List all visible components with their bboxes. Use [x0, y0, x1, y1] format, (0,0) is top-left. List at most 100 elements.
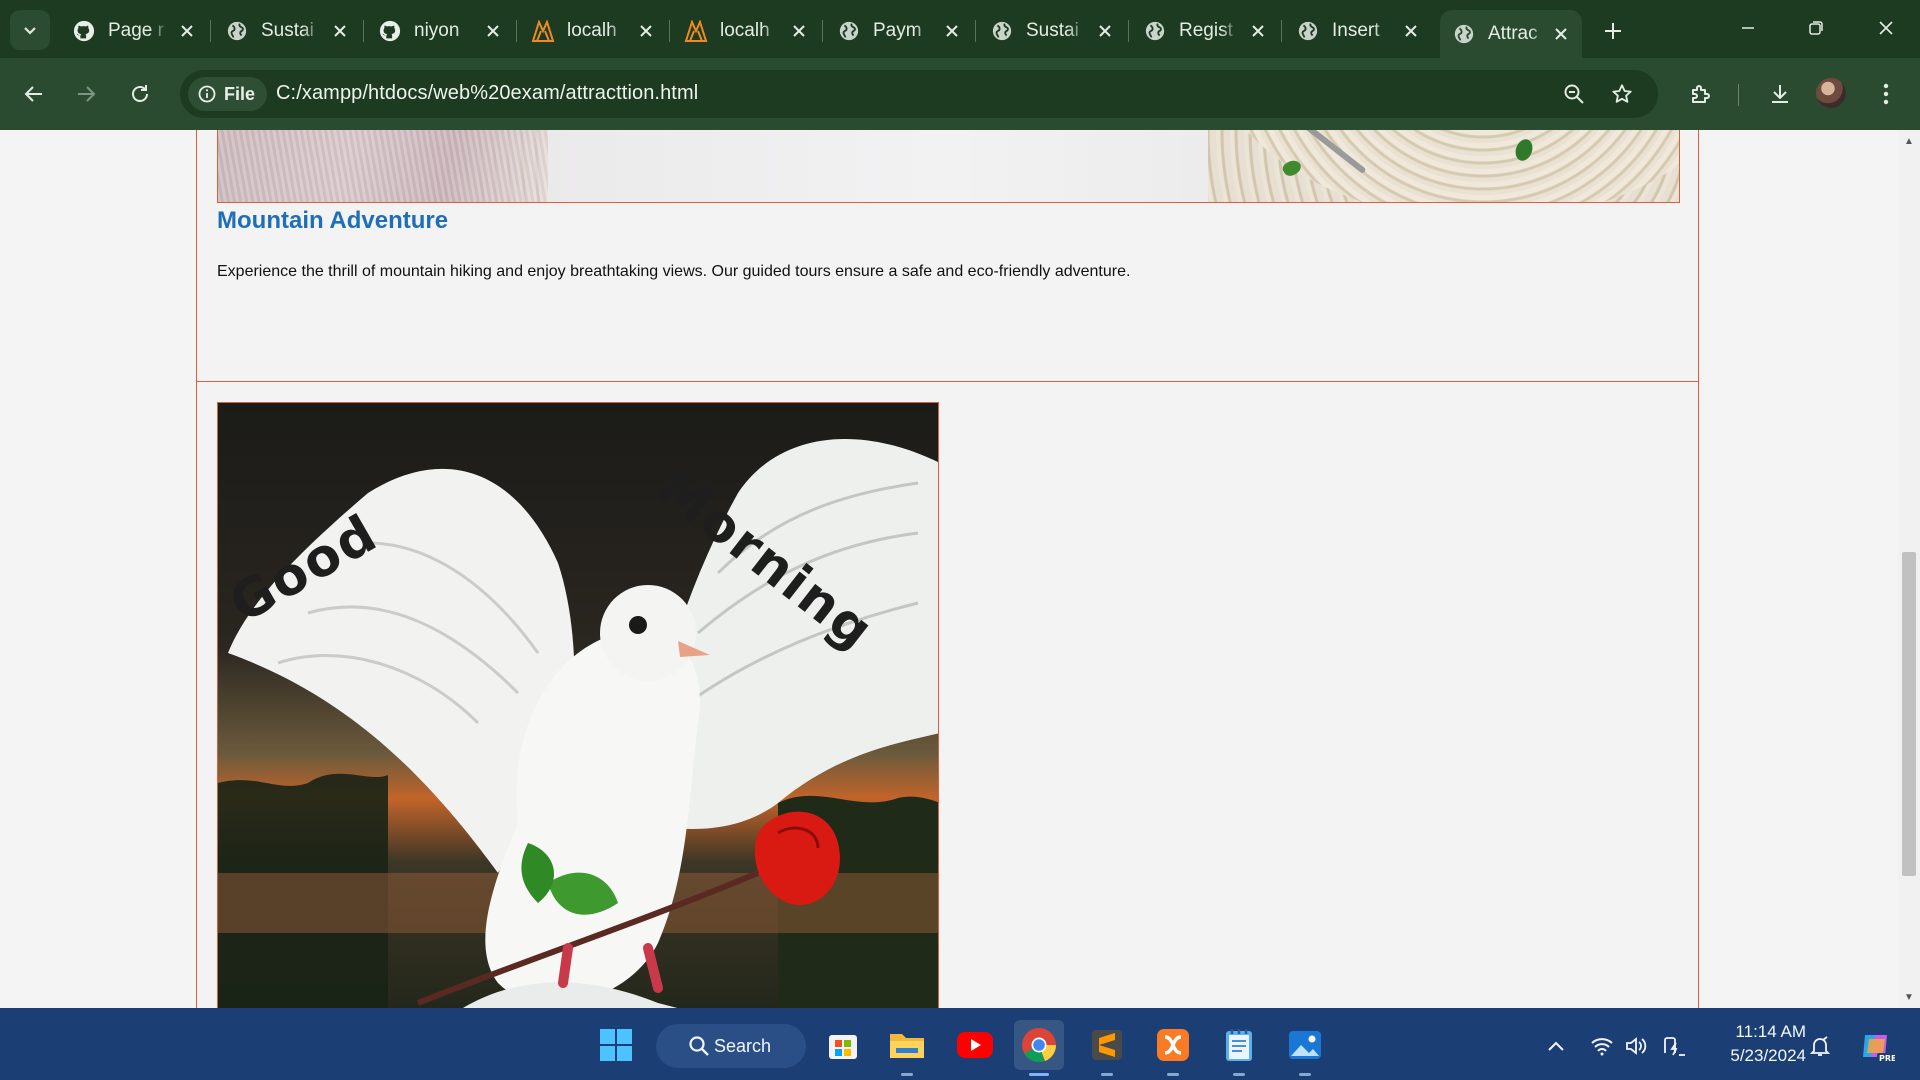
tray-overflow-button[interactable]: [1542, 1032, 1570, 1060]
taskbar-app-store[interactable]: [818, 1020, 868, 1070]
tab-label: localh: [720, 20, 770, 41]
toolbar-divider: [1738, 84, 1739, 106]
tab-attraction-active[interactable]: Attrac: [1440, 10, 1582, 58]
tab-label: Attrac: [1488, 23, 1538, 44]
reload-icon: [132, 85, 148, 102]
tab-sustai-1[interactable]: Sustai: [213, 10, 361, 52]
chevron-down-icon: [24, 27, 36, 35]
tab-label: Insert: [1332, 20, 1380, 41]
scroll-up-arrow-icon[interactable]: ▲: [1898, 132, 1920, 150]
copilot-icon: PRE: [1863, 1035, 1895, 1063]
globe-icon: [1296, 19, 1320, 43]
page-viewport: Mountain Adventure Experience the thrill…: [0, 130, 1898, 1008]
site-info-chip[interactable]: File: [188, 77, 268, 111]
close-icon[interactable]: [1247, 20, 1269, 42]
zoom-icon: [1564, 84, 1584, 104]
close-icon[interactable]: [176, 20, 198, 42]
page-scrollbar[interactable]: ▲ ▼: [1898, 130, 1920, 1008]
close-icon[interactable]: [788, 20, 810, 42]
downloads-button[interactable]: [1760, 74, 1800, 114]
close-icon[interactable]: [329, 20, 351, 42]
close-icon[interactable]: [1400, 20, 1422, 42]
sublime-text-icon: [1092, 1030, 1122, 1060]
menu-button[interactable]: [1866, 74, 1906, 114]
tab-payment[interactable]: Paym: [825, 10, 973, 52]
close-window-button[interactable]: [1856, 8, 1916, 48]
taskbar-search[interactable]: Search: [656, 1024, 806, 1068]
tab-insert[interactable]: Insert: [1284, 10, 1432, 52]
forward-button[interactable]: [66, 74, 106, 114]
running-indicator: [1299, 1073, 1311, 1076]
attraction-image: [217, 130, 1680, 203]
taskbar-sublime[interactable]: [1082, 1020, 1132, 1076]
tab-register[interactable]: Regist: [1131, 10, 1279, 52]
star-icon: [1612, 84, 1632, 103]
restore-icon: [1809, 21, 1823, 35]
battery-status[interactable]: [1660, 1032, 1688, 1060]
taskbar-xampp[interactable]: [1148, 1020, 1198, 1076]
bookmark-button[interactable]: [1606, 78, 1638, 110]
windows-taskbar: Search 11:14 AM 5/23/2024 PRE: [0, 1008, 1920, 1080]
globe-icon: [837, 19, 861, 43]
search-icon: [689, 1036, 709, 1056]
search-label: Search: [714, 1035, 772, 1056]
tab-search-button[interactable]: [10, 10, 50, 50]
xampp-icon: [684, 19, 708, 43]
youtube-icon: [957, 1032, 993, 1058]
extensions-button[interactable]: [1680, 74, 1720, 114]
taskbar-chrome[interactable]: [1014, 1020, 1064, 1076]
tab-niyon[interactable]: niyon: [366, 10, 514, 52]
taskbar-notepad[interactable]: [1214, 1020, 1264, 1076]
tab-separator: [975, 20, 976, 42]
profile-avatar[interactable]: [1816, 78, 1846, 108]
copilot-button[interactable]: PRE: [1856, 1026, 1896, 1066]
restore-button[interactable]: [1786, 8, 1846, 48]
attraction-card: Good Morning: [196, 381, 1699, 1008]
tab-label: niyon: [414, 20, 460, 41]
puzzle-icon: [1692, 85, 1710, 103]
tab-sustai-2[interactable]: Sustai: [978, 10, 1126, 52]
attraction-image: Good Morning: [217, 402, 939, 1008]
close-icon[interactable]: [1094, 20, 1116, 42]
tab-label: Sustai: [261, 20, 314, 41]
taskbar-photos[interactable]: [1280, 1020, 1330, 1076]
close-icon[interactable]: [635, 20, 657, 42]
zoom-button[interactable]: [1558, 78, 1590, 110]
back-button[interactable]: [14, 74, 54, 114]
wifi-status[interactable]: [1588, 1032, 1616, 1060]
scrollbar-thumb[interactable]: [1902, 552, 1916, 876]
xampp-icon: [531, 19, 555, 43]
start-button[interactable]: [591, 1020, 641, 1070]
address-bar[interactable]: File C:/xampp/htdocs/web%20exam/attractt…: [180, 70, 1658, 118]
site-info-label: File: [224, 83, 256, 104]
volume-icon: [1626, 1037, 1647, 1055]
notepad-icon: [1226, 1029, 1252, 1061]
scroll-down-arrow-icon[interactable]: ▼: [1898, 988, 1920, 1006]
github-icon: [72, 19, 96, 43]
new-tab-button[interactable]: [1596, 14, 1630, 48]
microsoft-store-icon: [829, 1035, 857, 1059]
volume-status[interactable]: [1622, 1032, 1650, 1060]
minimize-icon: [1742, 27, 1754, 29]
close-icon[interactable]: [482, 20, 504, 42]
download-icon: [1772, 85, 1788, 103]
browser-toolbar: File C:/xampp/htdocs/web%20exam/attractt…: [0, 58, 1920, 130]
taskbar-clock[interactable]: 11:14 AM 5/23/2024: [1702, 1020, 1806, 1068]
url-text[interactable]: C:/xampp/htdocs/web%20exam/attracttion.h…: [276, 82, 698, 105]
taskbar-youtube[interactable]: [950, 1020, 1000, 1070]
taskbar-file-explorer[interactable]: [882, 1020, 932, 1076]
tab-page[interactable]: Page r: [60, 10, 208, 52]
running-indicator: [1167, 1073, 1179, 1076]
close-icon[interactable]: [941, 20, 963, 42]
running-indicator: [1029, 1073, 1049, 1076]
close-icon: [1879, 21, 1893, 35]
tab-separator: [822, 20, 823, 42]
tab-localhost-2[interactable]: localh: [672, 10, 820, 52]
tab-separator: [1128, 20, 1129, 42]
notification-button[interactable]: [1806, 1032, 1834, 1060]
minimize-button[interactable]: [1718, 8, 1778, 48]
running-indicator: [1233, 1073, 1245, 1076]
reload-button[interactable]: [120, 74, 160, 114]
tab-localhost-1[interactable]: localh: [519, 10, 667, 52]
close-icon[interactable]: [1550, 23, 1572, 45]
